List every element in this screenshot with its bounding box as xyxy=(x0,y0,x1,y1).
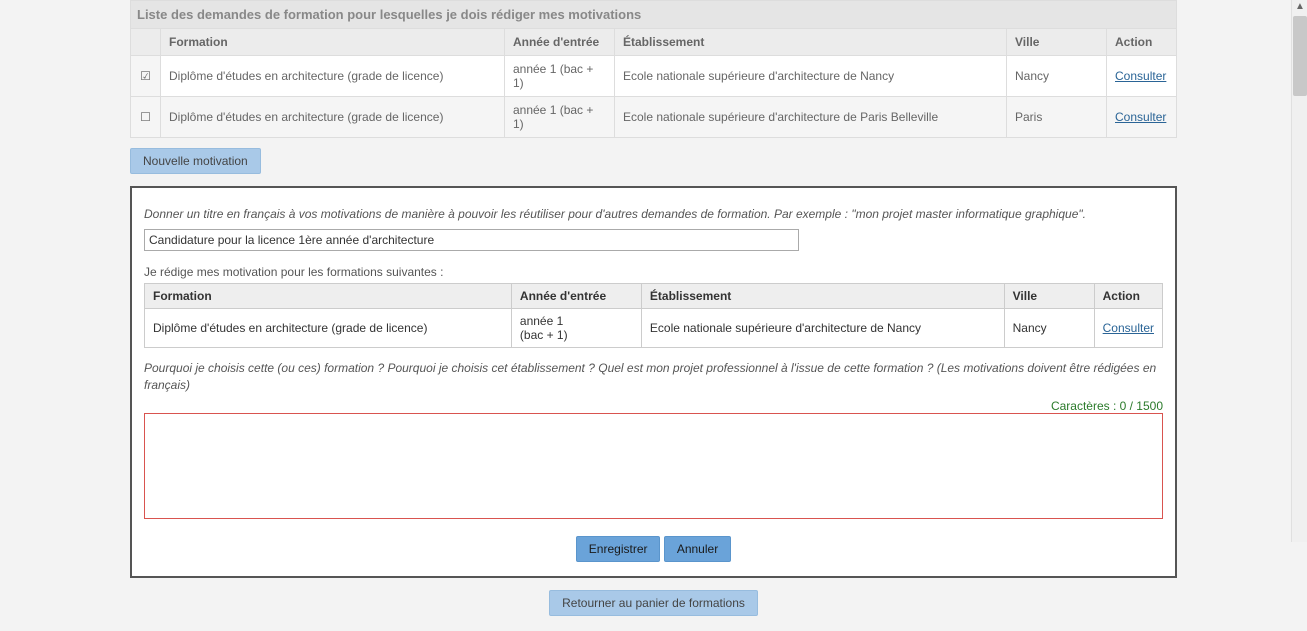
col-etab: Établissement xyxy=(614,29,1006,56)
cell-etab: Ecole nationale supérieure d'architectur… xyxy=(614,97,1006,138)
cancel-button[interactable]: Annuler xyxy=(664,536,731,562)
requests-table: Formation Année d'entrée Établissement V… xyxy=(130,28,1177,138)
question-text: Pourquoi je choisis cette (ou ces) forma… xyxy=(144,360,1163,394)
list-title: Liste des demandes de formation pour les… xyxy=(130,0,1177,28)
selected-formations-table: Formation Année d'entrée Établissement V… xyxy=(144,283,1163,348)
col-ville: Ville xyxy=(1004,283,1094,308)
table-row: Diplôme d'études en architecture (grade … xyxy=(145,308,1163,347)
cell-formation: Diplôme d'études en architecture (grade … xyxy=(145,308,512,347)
save-button[interactable]: Enregistrer xyxy=(576,536,661,562)
new-motivation-button[interactable]: Nouvelle motivation xyxy=(130,148,261,174)
col-annee: Année d'entrée xyxy=(511,283,641,308)
cell-annee: année 1 (bac + 1) xyxy=(504,56,614,97)
cell-ville: Nancy xyxy=(1007,56,1107,97)
col-ville: Ville xyxy=(1007,29,1107,56)
scroll-thumb[interactable] xyxy=(1293,16,1307,96)
motivation-panel: Donner un titre en français à vos motiva… xyxy=(130,186,1177,578)
vertical-scrollbar[interactable]: ▲ xyxy=(1291,0,1307,542)
col-etab: Établissement xyxy=(641,283,1004,308)
consult-link[interactable]: Consulter xyxy=(1115,110,1166,124)
col-action: Action xyxy=(1107,29,1177,56)
cell-etab: Ecole nationale supérieure d'architectur… xyxy=(641,308,1004,347)
col-formation: Formation xyxy=(161,29,505,56)
scroll-up-icon[interactable]: ▲ xyxy=(1292,0,1307,16)
checkbox-icon[interactable]: ☐ xyxy=(140,110,151,124)
consult-link[interactable]: Consulter xyxy=(1103,321,1154,335)
char-count: Caractères : 0 / 1500 xyxy=(144,399,1163,413)
cell-formation: Diplôme d'études en architecture (grade … xyxy=(161,97,505,138)
table-row: ☑ Diplôme d'études en architecture (grad… xyxy=(131,56,1177,97)
checkbox-icon[interactable]: ☑ xyxy=(140,69,151,83)
col-formation: Formation xyxy=(145,283,512,308)
cell-formation: Diplôme d'études en architecture (grade … xyxy=(161,56,505,97)
cell-annee: année 1 (bac + 1) xyxy=(504,97,614,138)
sub-label: Je rédige mes motivation pour les format… xyxy=(144,265,1163,279)
help-text: Donner un titre en français à vos motiva… xyxy=(144,206,1163,223)
motivation-title-input[interactable] xyxy=(144,229,799,251)
col-action: Action xyxy=(1094,283,1162,308)
col-check xyxy=(131,29,161,56)
cell-etab: Ecole nationale supérieure d'architectur… xyxy=(614,56,1006,97)
table-row: ☐ Diplôme d'études en architecture (grad… xyxy=(131,97,1177,138)
cell-ville: Nancy xyxy=(1004,308,1094,347)
col-annee: Année d'entrée xyxy=(504,29,614,56)
consult-link[interactable]: Consulter xyxy=(1115,69,1166,83)
cell-annee: année 1 (bac + 1) xyxy=(511,308,641,347)
return-basket-button[interactable]: Retourner au panier de formations xyxy=(549,590,758,616)
motivation-textarea[interactable] xyxy=(144,413,1163,519)
cell-ville: Paris xyxy=(1007,97,1107,138)
